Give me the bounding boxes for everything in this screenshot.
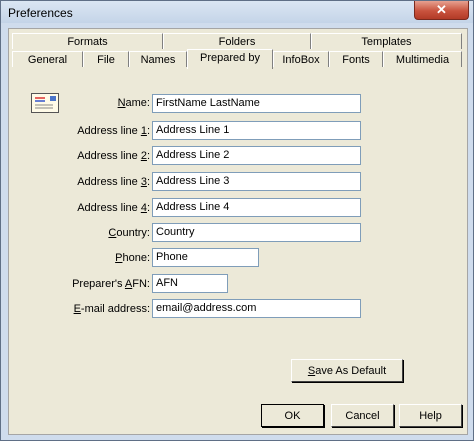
title-bar: Preferences ✕ [1, 1, 473, 23]
name-label: Name: [117, 97, 150, 109]
address-line-3-field[interactable]: Address Line 3 [152, 172, 361, 191]
tab-prepared-by[interactable]: Prepared by [187, 49, 273, 69]
cancel-button[interactable]: Cancel [331, 404, 394, 427]
address-line-1-label: Address line 1: [77, 125, 150, 137]
dialog-client: Formats Folders Templates General File N… [8, 28, 468, 435]
address-line-4-field[interactable]: Address Line 4 [152, 198, 361, 217]
preparers-afn-field[interactable]: AFN [152, 274, 228, 293]
save-as-default-button[interactable]: Save As Default [291, 359, 403, 382]
tab-general[interactable]: General [12, 51, 83, 67]
tab-formats[interactable]: Formats [12, 33, 163, 49]
ok-button[interactable]: OK [261, 404, 324, 427]
envelope-icon [31, 93, 59, 113]
window-title: Preferences [8, 6, 73, 20]
tab-infobox[interactable]: InfoBox [273, 51, 329, 67]
preparers-afn-label: Preparer's AFN: [72, 278, 150, 290]
country-label: Country: [108, 227, 150, 239]
address-line-4-label: Address line 4: [77, 202, 150, 214]
phone-field[interactable]: Phone [152, 248, 259, 267]
phone-label: Phone: [115, 252, 150, 264]
tab-folders[interactable]: Folders [163, 33, 311, 49]
tab-fonts[interactable]: Fonts [329, 51, 383, 67]
address-line-3-label: Address line 3: [77, 176, 150, 188]
tab-templates[interactable]: Templates [311, 33, 462, 49]
address-line-2-field[interactable]: Address Line 2 [152, 146, 361, 165]
tab-row-front: General File Names Prepared by InfoBox F… [9, 49, 467, 69]
tab-row-back: Formats Folders Templates [9, 33, 467, 50]
email-label: E-mail address: [73, 303, 150, 315]
country-field[interactable]: Country [152, 223, 361, 242]
address-line-1-field[interactable]: Address Line 1 [152, 121, 361, 140]
close-button[interactable]: ✕ [414, 1, 469, 20]
help-button[interactable]: Help [399, 404, 462, 427]
tab-names[interactable]: Names [129, 51, 187, 67]
close-icon: ✕ [436, 2, 447, 17]
tab-multimedia[interactable]: Multimedia [383, 51, 462, 67]
tab-file[interactable]: File [83, 51, 129, 67]
email-field[interactable]: email@address.com [152, 299, 361, 318]
address-line-2-label: Address line 2: [77, 150, 150, 162]
preferences-dialog: Preferences ✕ Formats Folders Templates … [0, 0, 474, 441]
name-field[interactable]: FirstName LastName [152, 94, 361, 113]
